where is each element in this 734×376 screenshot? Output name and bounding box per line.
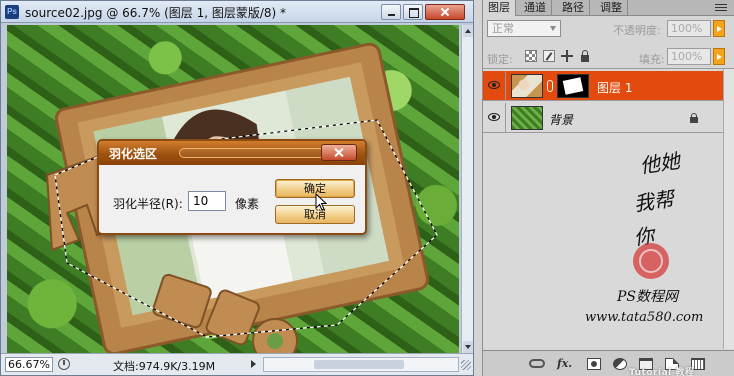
layers-scrollbar[interactable] (723, 69, 734, 349)
status-info-icon[interactable] (58, 358, 70, 370)
watermark-line-1: 他她 (638, 149, 683, 178)
layer-thumbnail[interactable] (511, 74, 543, 98)
layers-list: 图层 1 背景 他她 我帮 你 PS数程网 www.tata580.com (483, 68, 734, 349)
fill-label: 填充: (639, 53, 665, 66)
panel-menu-icon[interactable] (715, 4, 727, 12)
vertical-scrollbar[interactable] (461, 25, 473, 353)
document-size-info: 文档:974.9K/3.19M (113, 360, 216, 373)
link-layers-icon[interactable] (529, 359, 545, 368)
divider (505, 103, 506, 133)
layer-name[interactable]: 背景 (549, 111, 573, 128)
divider (505, 71, 506, 101)
tab-paths[interactable]: 路径 (557, 0, 590, 16)
scroll-down-arrow-icon[interactable] (463, 341, 473, 353)
layer-thumbnail[interactable] (511, 106, 543, 130)
feather-selection-dialog: 羽化选区 羽化半径(R): 像素 确定 取消 (97, 139, 367, 235)
opacity-label: 不透明度: (613, 24, 661, 37)
layer-row[interactable]: 背景 (483, 103, 723, 133)
red-seal-stamp (633, 243, 669, 279)
tab-channels[interactable]: 通道 (519, 0, 552, 16)
watermark-bottom-mark: Tutorial 教程 (629, 368, 695, 376)
horizontal-scrollbar[interactable] (263, 357, 459, 372)
document-window: Ps source02.jpg @ 66.7% (图层 1, 图层蒙版/8) * (0, 0, 474, 376)
panel-tabs: 图层 通道 路径 调整 (483, 0, 734, 16)
lock-all-icon[interactable] (579, 50, 591, 62)
zoom-level-field[interactable]: 66.67% (5, 357, 53, 372)
watermark: 他她 我帮 你 PS数程网 www.tata580.com (585, 149, 703, 325)
lock-transparency-icon[interactable] (525, 50, 537, 62)
close-window-button[interactable] (425, 4, 465, 20)
opacity-input[interactable]: 100% (667, 20, 711, 37)
dialog-titlebar[interactable]: 羽化选区 (99, 141, 365, 165)
tab-adjustments[interactable]: 调整 (595, 0, 628, 16)
lock-pixels-icon[interactable] (543, 50, 555, 62)
blend-mode-select[interactable]: 正常 (487, 20, 561, 37)
chevron-down-icon (550, 26, 556, 34)
blend-mode-value: 正常 (492, 22, 514, 35)
watermark-url: www.tata580.com (585, 310, 703, 325)
minimize-button[interactable] (381, 4, 401, 20)
radius-unit-label: 像素 (235, 197, 260, 211)
maximize-button[interactable] (403, 4, 423, 20)
status-menu-arrow-icon[interactable] (251, 360, 260, 368)
chain-link-icon[interactable] (547, 80, 553, 92)
layer-mask-thumbnail[interactable] (557, 74, 589, 98)
layer-name[interactable]: 图层 1 (597, 79, 632, 96)
lock-label: 锁定: (487, 53, 513, 66)
document-title: source02.jpg @ 66.7% (图层 1, 图层蒙版/8) * (25, 6, 287, 20)
visibility-eye-icon[interactable] (488, 81, 500, 89)
visibility-eye-icon[interactable] (488, 113, 500, 121)
layer-row[interactable]: 图层 1 (483, 71, 723, 101)
layers-toolbar: fx. Tutorial 教程 (483, 350, 734, 376)
resize-grip-icon[interactable] (461, 360, 471, 370)
fill-slider-arrow-icon[interactable] (713, 48, 725, 65)
opacity-slider-arrow-icon[interactable] (713, 20, 725, 37)
document-titlebar[interactable]: Ps source02.jpg @ 66.7% (图层 1, 图层蒙版/8) * (1, 1, 473, 23)
photoshop-app-icon: Ps (5, 5, 19, 19)
add-mask-icon[interactable] (587, 358, 601, 370)
dialog-close-button[interactable] (321, 144, 357, 161)
status-bar: 66.67% 文档:974.9K/3.19M (1, 353, 473, 375)
feather-radius-input[interactable] (188, 191, 226, 211)
feather-radius-label: 羽化半径(R): (113, 197, 183, 211)
fx-icon[interactable]: fx. (557, 358, 572, 370)
fill-input[interactable]: 100% (667, 48, 711, 65)
layers-panel: 图层 通道 路径 调整 正常 不透明度: 100% 锁定: 填充: 100% 图… (482, 0, 734, 376)
dialog-title: 羽化选区 (109, 147, 158, 161)
watermark-site-name: PS数程网 (616, 289, 680, 305)
adjustment-layer-icon[interactable] (613, 358, 627, 370)
mouse-pointer-icon (315, 193, 327, 211)
tab-layers[interactable]: 图层 (483, 0, 516, 16)
watermark-line-2: 我帮 (632, 186, 678, 216)
scroll-up-arrow-icon[interactable] (463, 25, 473, 37)
lock-position-icon[interactable] (561, 50, 573, 62)
scroll-thumb[interactable] (314, 360, 404, 369)
lock-icon (689, 113, 699, 123)
